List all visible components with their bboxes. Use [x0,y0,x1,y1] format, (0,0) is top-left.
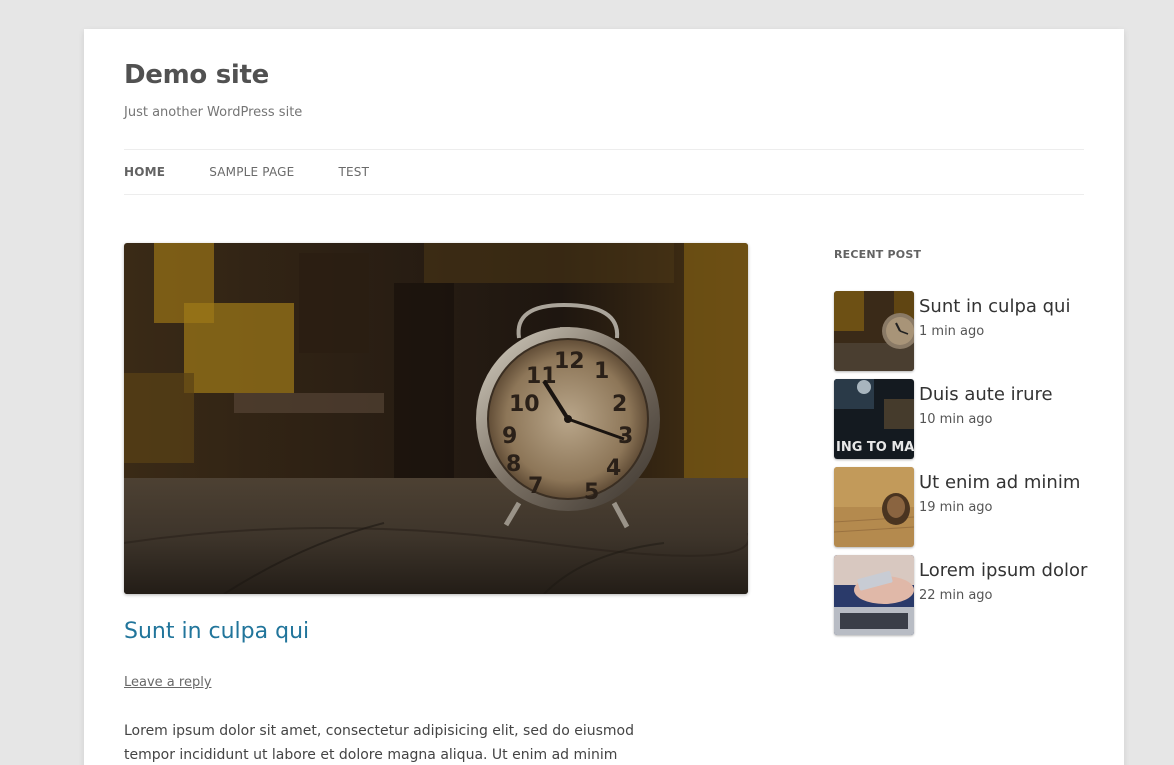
svg-text:7: 7 [528,474,543,499]
post-thumbnail[interactable]: ING TO MA [834,379,914,459]
svg-text:5: 5 [584,480,599,505]
piggy-bank-thumb-icon [834,467,914,547]
recent-post-title[interactable]: Duis aute irure [919,384,1053,405]
recent-post-list: Sunt in culpa qui 1 min ago ING TO MA Du… [834,291,1094,643]
svg-text:11: 11 [526,364,557,389]
svg-text:12: 12 [554,349,585,374]
list-item[interactable]: Ut enim ad minim 19 min ago [834,467,1094,547]
recent-post-time: 10 min ago [919,412,993,427]
svg-text:ING TO MA: ING TO MA [836,440,914,455]
main-navigation: HOME SAMPLE PAGE TEST [124,149,1084,195]
alarm-clock-thumb-icon [834,291,914,371]
list-item[interactable]: ING TO MA Duis aute irure 10 min ago [834,379,1094,459]
post-content: Lorem ipsum dolor sit amet, consectetur … [124,723,634,763]
post-title-link[interactable]: Sunt in culpa qui [124,619,309,644]
recent-post-widget-title: RECENT POST [834,248,922,261]
list-item[interactable]: Sunt in culpa qui 1 min ago [834,291,1094,371]
svg-text:2: 2 [612,392,627,417]
featured-image[interactable]: 12 1 2 3 4 5 7 8 9 10 11 [124,243,748,594]
recent-post-title[interactable]: Sunt in culpa qui [919,296,1070,317]
recent-post-time: 22 min ago [919,588,993,603]
post-thumbnail[interactable] [834,291,914,371]
recent-post-title[interactable]: Lorem ipsum dolor [919,560,1087,581]
neon-sign-thumb-icon: ING TO MA [834,379,914,459]
site-description: Just another WordPress site [124,105,303,120]
svg-text:8: 8 [506,452,521,477]
recent-post-time: 19 min ago [919,500,993,515]
post-thumbnail[interactable] [834,555,914,635]
svg-text:1: 1 [594,359,609,384]
page-container: Demo site Just another WordPress site HO… [84,29,1124,765]
nav-item-test[interactable]: TEST [338,165,369,179]
laptop-phone-thumb-icon [834,555,914,635]
leave-reply-link[interactable]: Leave a reply [124,675,212,690]
post-thumbnail[interactable] [834,467,914,547]
list-item[interactable]: Lorem ipsum dolor 22 min ago [834,555,1094,635]
recent-post-time: 1 min ago [919,324,985,339]
alarm-clock-photo-icon: 12 1 2 3 4 5 7 8 9 10 11 [124,243,748,594]
nav-item-sample-page[interactable]: SAMPLE PAGE [209,165,294,179]
svg-text:4: 4 [606,456,621,481]
nav-item-home[interactable]: HOME [124,165,165,179]
site-title[interactable]: Demo site [124,60,269,90]
svg-text:9: 9 [502,424,517,449]
recent-post-title[interactable]: Ut enim ad minim [919,472,1080,493]
svg-text:10: 10 [509,392,540,417]
